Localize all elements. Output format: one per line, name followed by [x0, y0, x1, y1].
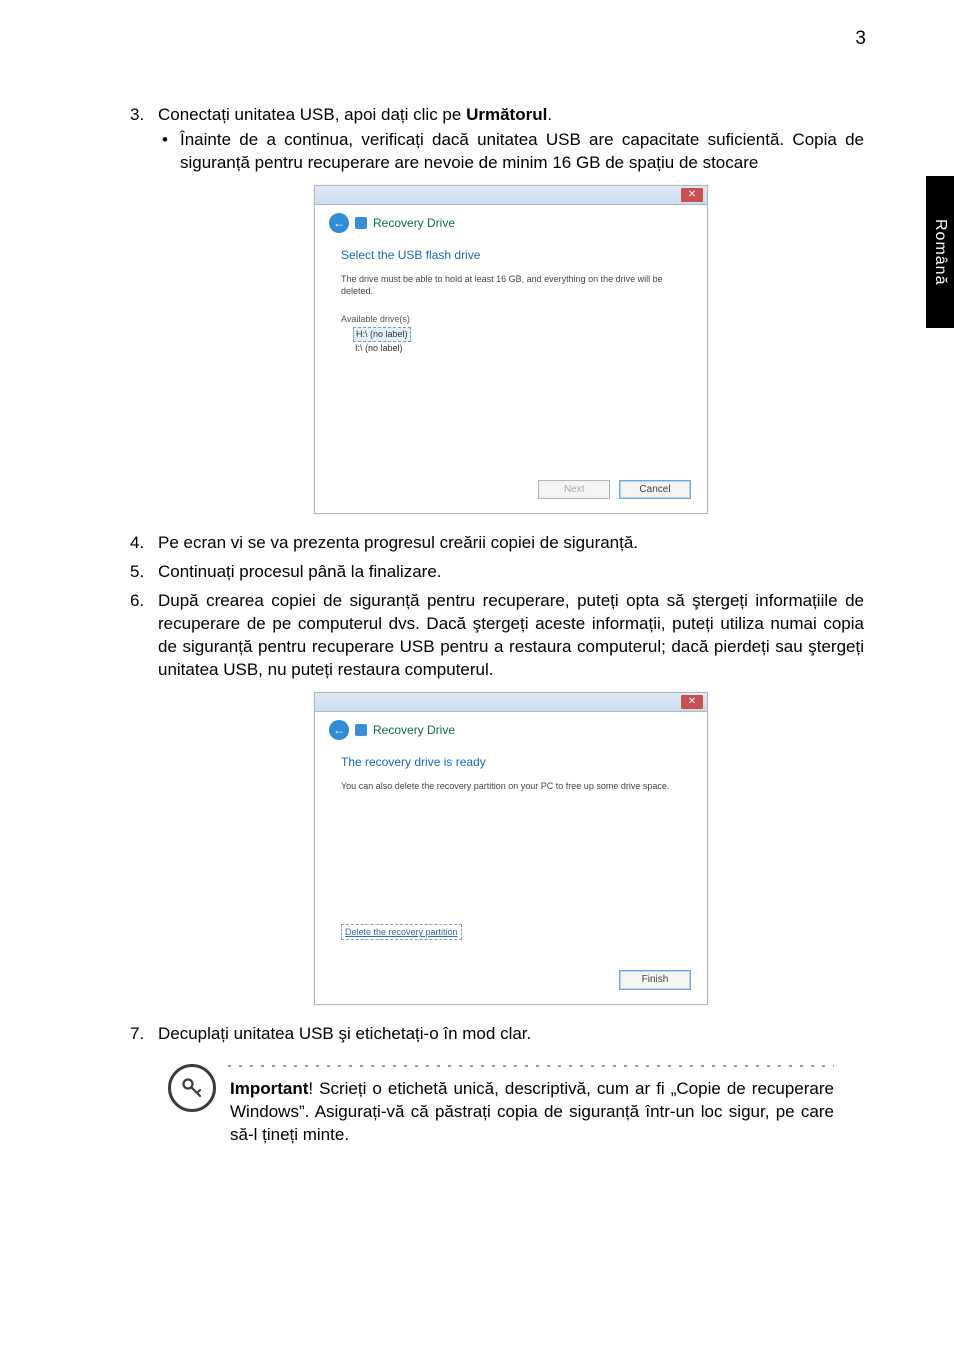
li3-post: . — [547, 105, 552, 124]
list-item-6: După crearea copiei de siguranță pentru … — [130, 590, 864, 1005]
li3-bullet: Înainte de a continua, verificați dacă u… — [180, 129, 864, 175]
drive-item-selected[interactable]: H:\ (no label) — [353, 327, 411, 341]
dialog2-step-title: The recovery drive is ready — [341, 754, 681, 770]
recovery-drive-icon — [355, 724, 367, 736]
finish-button[interactable]: Finish — [619, 970, 691, 990]
dialog1-note: The drive must be able to hold at least … — [341, 273, 681, 297]
back-icon[interactable]: ← — [329, 213, 349, 233]
dotted-separator — [224, 1064, 834, 1068]
close-icon[interactable]: ✕ — [681, 695, 703, 709]
important-callout: Important! Scrieți o etichetă unică, des… — [168, 1064, 864, 1147]
delete-recovery-partition-link[interactable]: Delete the recovery partition — [341, 924, 462, 940]
callout-bold: Important — [230, 1079, 308, 1098]
drive-item[interactable]: I:\ (no label) — [353, 342, 681, 354]
language-tab: Română — [926, 176, 954, 328]
recovery-drive-icon — [355, 217, 367, 229]
back-icon[interactable]: ← — [329, 720, 349, 740]
list-item-7: Decuplați unitatea USB şi etichetați-o î… — [130, 1023, 864, 1046]
dialog2-note: You can also delete the recovery partiti… — [341, 780, 681, 792]
li3-bold: Următorul — [466, 105, 547, 124]
dialog-select-usb: ✕ ← Recovery Drive Select the USB flash … — [314, 185, 708, 514]
dialog2-topbar: ✕ — [315, 693, 707, 712]
list-item-5: Continuați procesul până la finalizare. — [130, 561, 864, 584]
main-content: Conectați unitatea USB, apoi dați clic p… — [130, 104, 864, 1147]
page-number: 3 — [855, 28, 866, 50]
available-drives-label: Available drive(s) — [341, 313, 681, 325]
next-button[interactable]: Next — [538, 480, 610, 500]
lightbulb-key-icon — [168, 1064, 216, 1112]
callout-body: ! Scrieți o etichetă unică, descriptivă,… — [230, 1079, 834, 1144]
close-icon[interactable]: ✕ — [681, 188, 703, 202]
callout-text: Important! Scrieți o etichetă unică, des… — [230, 1078, 834, 1147]
cancel-button[interactable]: Cancel — [619, 480, 691, 500]
dialog1-step-title: Select the USB flash drive — [341, 247, 681, 263]
list-item-3: Conectați unitatea USB, apoi dați clic p… — [130, 104, 864, 514]
dialog1-topbar: ✕ — [315, 186, 707, 205]
li6-text: După crearea copiei de siguranță pentru … — [158, 591, 864, 679]
dialog-recovery-ready: ✕ ← Recovery Drive The recovery drive is… — [314, 692, 708, 1005]
dialog1-title: Recovery Drive — [373, 215, 455, 231]
dialog2-title: Recovery Drive — [373, 722, 455, 738]
li3-pre: Conectați unitatea USB, apoi dați clic p… — [158, 105, 466, 124]
list-item-4: Pe ecran vi se va prezenta progresul cre… — [130, 532, 864, 555]
